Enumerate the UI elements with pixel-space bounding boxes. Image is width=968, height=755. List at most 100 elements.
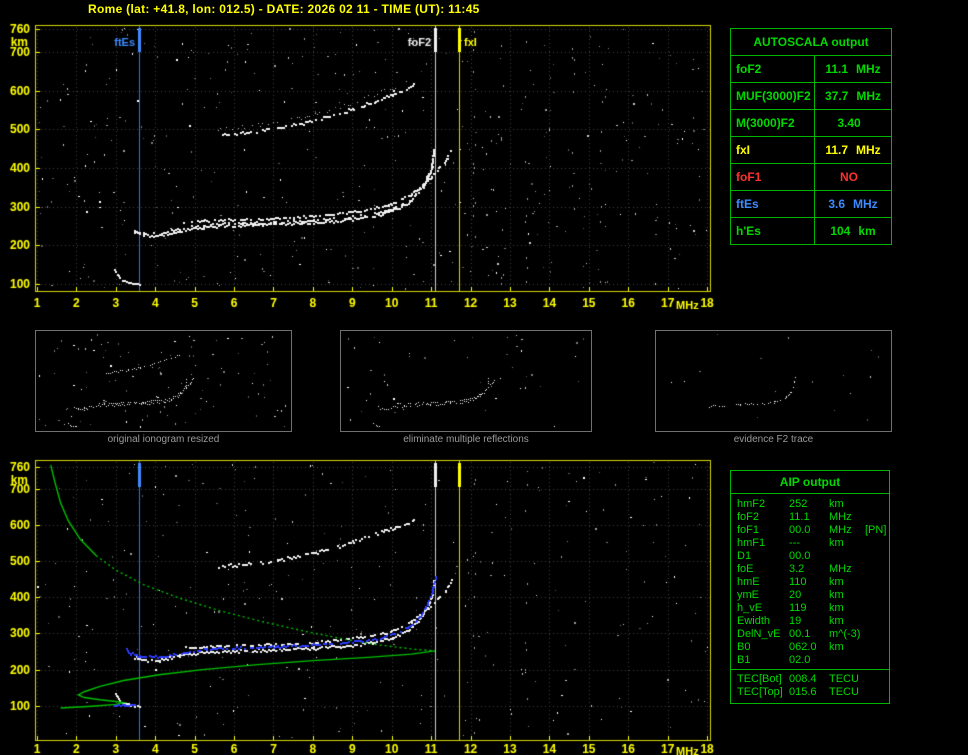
aip-cell: --- [789,537,800,549]
aip-output-panel: AIP output hmF2 252 km foF2 11.1 MHz foF1 00.0 M… [730,470,890,704]
autoscala-row-m3000f2: M(3000)F2 3.40 [731,109,891,136]
thumbnail-caption-original: original ionogram resized [107,434,220,445]
aip-cell [865,563,889,576]
aip-cell: TECU [829,686,859,698]
aip-row-ewidth: Ewidth 19 km [731,615,889,628]
aip-cell [865,673,889,686]
aip-row-d1: D1 00.0 [731,550,889,563]
aip-cell: foF2 [737,511,760,523]
aip-cell: TEC[Top] [737,686,783,698]
aip-row-hmf2: hmF2 252 km [731,498,889,511]
aip-tec-rows: TEC[Bot] 008.4 TECU TEC[Top] 015.6 TECU [731,669,889,703]
aip-row-yme: ymE 20 km [731,589,889,602]
thumbnail-caption-f2trace: evidence F2 trace [733,434,814,445]
autoscala-output-panel: AUTOSCALA output foF2 11.1 MHz MUF(3000)F2 3… [730,28,892,245]
aip-cell: 119 [789,602,807,614]
aip-row-b0: B0 062.0 km [731,641,889,654]
autoscala-row-fxi: fxI 11.7 MHz [731,136,891,163]
thumbnail-caption-reflections: eliminate multiple reflections [403,434,529,445]
aip-cell: TECU [829,673,859,685]
aip-cell: km [829,602,844,614]
aip-cell: 3.2 [789,563,805,575]
aip-cell [829,654,865,667]
aip-cell: hmF1 [737,537,766,549]
aip-rows: hmF2 252 km foF2 11.1 MHz foF1 00.0 MHz [PN] hmF1 -… [731,494,889,669]
aip-cell: B1 [737,654,751,666]
aip-cell: 110 [789,576,807,588]
autoscala-row-ftes: ftEs 3.6 MHz [731,190,891,217]
ionogram-bottom-canvas [0,455,728,755]
aip-cell: km [829,498,844,510]
aip-cell: km [829,615,844,627]
autoscala-rows: foF2 11.1 MHz MUF(3000)F2 37.7 MHz M(3000)F2 3.… [731,55,891,244]
thumbnail-f2-trace-evidence [655,330,892,432]
aip-cell [865,589,889,602]
station-title: Rome (lat: +41.8, lon: 012.5) - DATE: 20… [88,2,480,16]
autoscala-param-value: 104 km [830,224,876,238]
aip-cell: foF1 [737,524,760,536]
aip-cell [865,641,889,654]
aip-cell: 062.0 [789,641,817,653]
aip-cell: km [829,576,844,588]
autoscala-screen: Rome (lat: +41.8, lon: 012.5) - DATE: 20… [0,0,968,755]
aip-row-hme: hmE 110 km [731,576,889,589]
aip-cell: Ewidth [737,615,771,627]
aip-row-hve: h_vE 119 km [731,602,889,615]
aip-row-hmf1: hmF1 --- km [731,537,889,550]
aip-cell [865,686,889,699]
aip-cell [865,550,889,563]
autoscala-row-fof1: foF1 NO [731,163,891,190]
aip-header: AIP output [731,471,889,494]
aip-tec-row-tecbot: TEC[Bot] 008.4 TECU [731,673,889,686]
aip-cell: MHz [829,511,852,523]
autoscala-param-label: foF1 [731,164,815,190]
aip-cell: km [829,537,844,549]
aip-row-fof1: foF1 00.0 MHz [PN] [731,524,889,537]
aip-cell: 015.6 [789,686,817,698]
aip-cell [865,615,889,628]
autoscala-param-value: 3.6 MHz [828,197,878,211]
autoscala-row-fof2: foF2 11.1 MHz [731,55,891,82]
aip-cell: 00.1 [789,628,811,640]
aip-cell: [PN] [865,524,887,536]
aip-cell [829,550,865,563]
autoscala-header: AUTOSCALA output [753,35,869,49]
aip-cell: 00.0 [789,524,811,536]
autoscala-param-label: fxI [731,137,815,163]
aip-cell: hmE [737,576,760,588]
aip-cell: ymE [737,589,759,601]
aip-cell: 252 [789,498,808,510]
aip-cell: 008.4 [789,673,817,685]
autoscala-param-value: NO [840,170,858,184]
aip-cell: h_vE [737,602,763,614]
aip-cell: km [829,641,844,653]
aip-cell [865,511,889,524]
aip-cell [865,654,889,667]
aip-cell: 11.1 [789,511,810,523]
autoscala-row-hes: h'Es 104 km [731,217,891,244]
aip-cell: m^(-3) [829,628,861,640]
autoscala-row-muf3000f2: MUF(3000)F2 37.7 MHz [731,82,891,109]
aip-cell: TEC[Bot] [737,673,782,685]
autoscala-param-value: 11.1 MHz [825,62,881,76]
autoscala-param-value: 11.7 MHz [825,143,881,157]
autoscala-param-label: h'Es [731,218,815,244]
autoscala-param-label: ftEs [731,191,815,217]
thumbnail-original-ionogram [35,330,292,432]
aip-cell: foE [737,563,754,575]
aip-tec-row-tectop: TEC[Top] 015.6 TECU [731,686,889,699]
aip-cell: D1 [737,550,752,562]
aip-cell: 20 [789,589,802,601]
aip-row-fof2: foF2 11.1 MHz [731,511,889,524]
aip-cell: hmF2 [737,498,766,510]
aip-row-delnve: DelN_vE 00.1 m^(-3) [731,628,889,641]
aip-cell: km [829,589,844,601]
autoscala-param-value: 3.40 [837,116,861,130]
autoscala-param-value: 37.7 MHz [824,89,882,103]
aip-cell: 02.0 [789,654,811,666]
aip-cell: 00.0 [789,550,811,562]
aip-cell [865,576,889,589]
aip-row-b1: B1 02.0 [731,654,889,667]
autoscala-param-label: MUF(3000)F2 [731,83,815,109]
aip-cell: B0 [737,641,751,653]
